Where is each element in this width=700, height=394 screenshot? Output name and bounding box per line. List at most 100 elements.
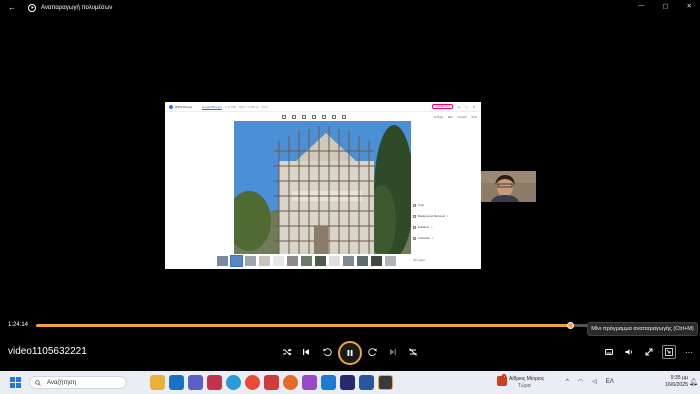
- window-title: Αναπαραγωγή πολυμέσων: [41, 4, 113, 11]
- thumbnail: [329, 256, 340, 266]
- mail-icon[interactable]: [340, 375, 355, 390]
- delete-icon: [342, 115, 346, 119]
- captions-button[interactable]: [602, 345, 616, 359]
- teams-icon[interactable]: [188, 375, 203, 390]
- system-tray: ^ ◠ ◁ ΕΛ: [566, 378, 614, 386]
- side-option-label: Colourise: [418, 236, 430, 240]
- viewer-upgrade-badge: Upgrade Now: [431, 104, 454, 109]
- more-icon: ···: [685, 347, 693, 357]
- media-player-icon[interactable]: [378, 375, 393, 390]
- chevron-up-icon[interactable]: ^: [566, 379, 569, 385]
- minimize-button[interactable]: —: [638, 2, 645, 10]
- side-option: Colourise ×: [413, 235, 479, 241]
- thumbnail: [230, 255, 243, 267]
- outlook-icon[interactable]: [321, 375, 336, 390]
- pause-icon: [347, 350, 353, 356]
- checkbox-icon: [413, 225, 416, 229]
- side-option-label: Enhance: [418, 225, 430, 229]
- file-explorer-icon[interactable]: [150, 375, 165, 390]
- back-arrow-icon[interactable]: ←: [8, 3, 17, 12]
- volume-button[interactable]: [622, 345, 636, 359]
- seek-bar[interactable]: [36, 324, 650, 327]
- photos-icon[interactable]: [302, 375, 317, 390]
- fullscreen-button[interactable]: [642, 345, 656, 359]
- edge-icon[interactable]: [226, 375, 241, 390]
- search-icon: [35, 379, 41, 386]
- side-option-label: Background Removal: [418, 214, 445, 218]
- thumbnail: [287, 256, 298, 266]
- thumbnail: [385, 256, 396, 266]
- thumbnail: [371, 256, 382, 266]
- side-option: Crop: [413, 202, 479, 208]
- weather-widget[interactable]: 1 Αίθριος Μέτριος Τώρα: [497, 374, 557, 391]
- office-icon[interactable]: [207, 375, 222, 390]
- notification-bell-icon[interactable]: 🔔︎: [689, 378, 698, 386]
- firefox-icon[interactable]: [283, 375, 298, 390]
- image-count: 30 images: [413, 259, 425, 262]
- volume-tray-icon[interactable]: ◁: [592, 378, 597, 385]
- close-button[interactable]: ✕: [687, 2, 692, 10]
- shuffle-button[interactable]: [280, 345, 294, 359]
- viewer-app-name: WPS Photos: [175, 104, 193, 109]
- seek-thumb[interactable]: [566, 322, 574, 329]
- chrome-icon[interactable]: [245, 375, 260, 390]
- rewind-10-button[interactable]: [320, 345, 334, 359]
- current-time: 1:24:14: [8, 322, 29, 328]
- volume-icon: [625, 349, 632, 355]
- close-icon: ×: [431, 236, 434, 240]
- mini-player-button[interactable]: [662, 345, 676, 359]
- thumbnail: [301, 256, 312, 266]
- skip-next-icon: [390, 349, 396, 355]
- mini-player-tooltip: Μίνι πρόγραμμα αναπαραγωγής (Ctrl+M): [587, 322, 698, 336]
- zoom-in-icon: [302, 115, 306, 119]
- side-option: Background Removal ×: [413, 213, 479, 219]
- fast-forward-icon: [368, 348, 377, 357]
- more-options-button[interactable]: ···: [682, 345, 696, 359]
- close-icon: ×: [431, 225, 433, 229]
- viewer-window-controls-icon: ⊖ ▢ ✕: [457, 104, 477, 109]
- rotate-icon: [322, 115, 326, 119]
- clock[interactable]: 9:35 μμ 16/6/2025: [665, 375, 688, 389]
- zoom-out-icon: [312, 115, 316, 119]
- viewer-file-meta: 2.11 MB · 1872 × 2499 px · 57%: [224, 104, 268, 109]
- search-placeholder: Αναζήτηση: [47, 379, 76, 386]
- rewind-icon: [323, 348, 332, 357]
- viewer-action: Print: [471, 115, 477, 119]
- taskbar-search[interactable]: Αναζήτηση: [29, 376, 127, 389]
- wifi-icon[interactable]: ◠: [578, 378, 583, 385]
- wps-icon[interactable]: [264, 375, 279, 390]
- thumbnail: [357, 256, 368, 266]
- webcam-overlay: [481, 171, 536, 202]
- thumbnail: [259, 256, 270, 266]
- wps-logo-icon: [169, 104, 173, 109]
- subtitles-icon: [605, 349, 613, 355]
- compare-icon: [332, 115, 336, 119]
- title-bar: ← Αναπαραγωγή πολυμέσων — ▢ ✕: [0, 0, 700, 15]
- checkbox-icon: [413, 236, 416, 240]
- checkbox-icon: [413, 214, 416, 218]
- viewer-toolbar: AI Tools Edit Convert Print: [165, 113, 481, 121]
- word-icon[interactable]: [359, 375, 374, 390]
- expand-icon: [645, 348, 653, 356]
- store-icon[interactable]: [169, 375, 184, 390]
- side-option: Enhance ×: [413, 224, 479, 230]
- close-icon: ×: [446, 214, 449, 218]
- pause-button[interactable]: [338, 341, 362, 365]
- media-player-app-icon: [28, 3, 36, 12]
- viewer-action: Edit: [448, 115, 453, 119]
- next-button[interactable]: [386, 345, 400, 359]
- maximize-button[interactable]: ▢: [662, 2, 668, 10]
- weather-text: Αίθριος Μέτριος: [509, 376, 545, 382]
- shuffle-icon: [283, 348, 292, 356]
- repeat-button[interactable]: [406, 345, 420, 359]
- viewer-action: Convert: [457, 115, 467, 119]
- clock-time: 9:35 μμ: [670, 375, 689, 381]
- forward-30-button[interactable]: [366, 345, 380, 359]
- thumbnail: [273, 256, 284, 266]
- recorded-photo-viewer: WPS Photos image0001.jpg 2.11 MB · 1872 …: [165, 102, 481, 269]
- language-indicator[interactable]: ΕΛ: [606, 379, 614, 385]
- clock-date: 16/6/2025: [665, 382, 689, 388]
- previous-button[interactable]: [299, 345, 313, 359]
- viewer-side-panel: Crop Background Removal × Enhance × Colo…: [413, 202, 479, 262]
- windows-start-icon[interactable]: [10, 377, 21, 388]
